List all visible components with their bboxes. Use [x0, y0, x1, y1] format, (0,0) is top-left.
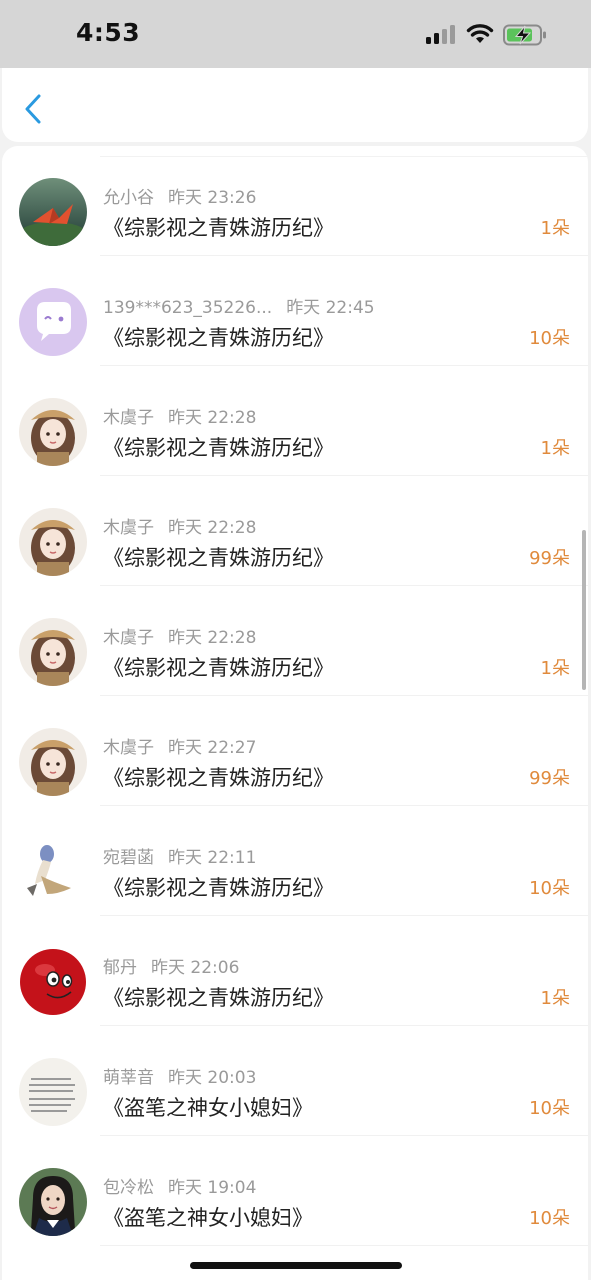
flower-count: 10朵: [529, 1208, 570, 1229]
sender-name[interactable]: 萌莘音: [103, 1068, 154, 1088]
avatar[interactable]: [19, 1168, 87, 1236]
item-meta: 木虞子 昨天 22:28: [103, 403, 256, 428]
book-title: 《综影视之青姝游历纪》: [103, 656, 334, 680]
sender-name[interactable]: 木虞子: [103, 518, 154, 538]
gift-list-item[interactable]: 郁丹 昨天 22:06 《综影视之青姝游历纪》 1朵: [2, 916, 588, 1026]
book-title: 《综影视之青姝游历纪》: [103, 546, 334, 570]
avatar[interactable]: [19, 178, 87, 246]
flower-count: 10朵: [529, 878, 570, 899]
sender-name[interactable]: 木虞子: [103, 628, 154, 648]
item-meta: 宛碧菡 昨天 22:11: [103, 843, 256, 868]
sender-name[interactable]: 宛碧菡: [103, 848, 154, 868]
avatar[interactable]: [19, 948, 87, 1016]
gift-time: 昨天 22:45: [286, 298, 375, 318]
gift-time: 昨天 23:26: [168, 188, 257, 208]
sender-name[interactable]: 139***623_35226...: [103, 298, 272, 318]
book-title: 《综影视之青姝游历纪》: [103, 986, 334, 1010]
row-divider: [100, 1245, 588, 1246]
avatar[interactable]: [19, 508, 87, 576]
home-indicator[interactable]: [190, 1262, 402, 1269]
sender-name[interactable]: 郁丹: [103, 958, 137, 978]
flower-count: 1朵: [540, 438, 570, 459]
sender-name[interactable]: 木虞子: [103, 738, 154, 758]
gift-time: 昨天 22:28: [168, 628, 257, 648]
gift-list-item[interactable]: 木虞子 昨天 22:28 《综影视之青姝游历纪》 99朵: [2, 476, 588, 586]
sender-name[interactable]: 包冷松: [103, 1178, 154, 1198]
battery-charging-icon: [503, 24, 546, 46]
flower-count: 1朵: [540, 218, 570, 239]
gift-time: 昨天 22:06: [151, 958, 240, 978]
item-meta: 郁丹 昨天 22:06: [103, 953, 239, 978]
avatar[interactable]: [19, 838, 87, 906]
flower-count: 99朵: [529, 548, 570, 569]
sender-name[interactable]: 木虞子: [103, 408, 154, 428]
item-meta: 木虞子 昨天 22:28: [103, 513, 256, 538]
status-time: 4:53: [76, 18, 141, 47]
gift-time: 昨天 22:28: [168, 408, 257, 428]
navigation-bar: [2, 68, 588, 142]
flower-count: 99朵: [529, 768, 570, 789]
gift-time: 昨天 20:03: [168, 1068, 257, 1088]
book-title: 《盗笔之神女小媳妇》: [103, 1096, 313, 1120]
avatar[interactable]: [19, 1058, 87, 1126]
flower-count: 10朵: [529, 1098, 570, 1119]
back-chevron-icon[interactable]: [22, 93, 46, 125]
book-title: 《综影视之青姝游历纪》: [103, 216, 334, 240]
gift-list-item[interactable]: 木虞子 昨天 22:28 《综影视之青姝游历纪》 1朵: [2, 586, 588, 696]
book-title: 《综影视之青姝游历纪》: [103, 766, 334, 790]
item-meta: 木虞子 昨天 22:27: [103, 733, 256, 758]
gift-time: 昨天 22:11: [168, 848, 257, 868]
gift-list-item[interactable]: 萌莘音 昨天 20:03 《盗笔之神女小媳妇》 10朵: [2, 1026, 588, 1136]
gift-list-item[interactable]: 包冷松 昨天 19:04 《盗笔之神女小媳妇》 10朵: [2, 1136, 588, 1246]
book-title: 《综影视之青姝游历纪》: [103, 876, 334, 900]
avatar[interactable]: [19, 618, 87, 686]
gift-list-item[interactable]: 宛碧菡 昨天 22:11 《综影视之青姝游历纪》 10朵: [2, 806, 588, 916]
gift-list-item[interactable]: 139***623_35226... 昨天 22:45 《综影视之青姝游历纪》 10朵: [2, 256, 588, 366]
status-bar: 4:53: [0, 0, 591, 68]
flower-count: 1朵: [540, 988, 570, 1009]
sender-name[interactable]: 允小谷: [103, 188, 154, 208]
gift-list-item[interactable]: 允小谷 昨天 23:26 《综影视之青姝游历纪》 1朵: [2, 146, 588, 256]
item-meta: 萌莘音 昨天 20:03: [103, 1063, 256, 1088]
avatar[interactable]: [19, 728, 87, 796]
gift-time: 昨天 22:28: [168, 518, 257, 538]
avatar[interactable]: [19, 398, 87, 466]
flower-count: 10朵: [529, 328, 570, 349]
gift-list-item[interactable]: 木虞子 昨天 22:27 《综影视之青姝游历纪》 99朵: [2, 696, 588, 806]
gift-list: 允小谷 昨天 23:26 《综影视之青姝游历纪》 1朵 139***623_35226.…: [2, 146, 588, 1280]
book-title: 《综影视之青姝游历纪》: [103, 326, 334, 350]
gift-time: 昨天 19:04: [168, 1178, 257, 1198]
gift-time: 昨天 22:27: [168, 738, 257, 758]
scrollbar[interactable]: [582, 530, 586, 690]
book-title: 《综影视之青姝游历纪》: [103, 436, 334, 460]
cellular-signal-icon: [426, 25, 455, 44]
item-meta: 包冷松 昨天 19:04: [103, 1173, 256, 1198]
gift-list-item[interactable]: 木虞子 昨天 22:28 《综影视之青姝游历纪》 1朵: [2, 366, 588, 476]
flower-count: 1朵: [540, 658, 570, 679]
book-title: 《盗笔之神女小媳妇》: [103, 1206, 313, 1230]
wifi-icon: [466, 24, 494, 43]
item-meta: 允小谷 昨天 23:26: [103, 183, 256, 208]
avatar[interactable]: [19, 288, 87, 356]
item-meta: 139***623_35226... 昨天 22:45: [103, 293, 375, 318]
item-meta: 木虞子 昨天 22:28: [103, 623, 256, 648]
